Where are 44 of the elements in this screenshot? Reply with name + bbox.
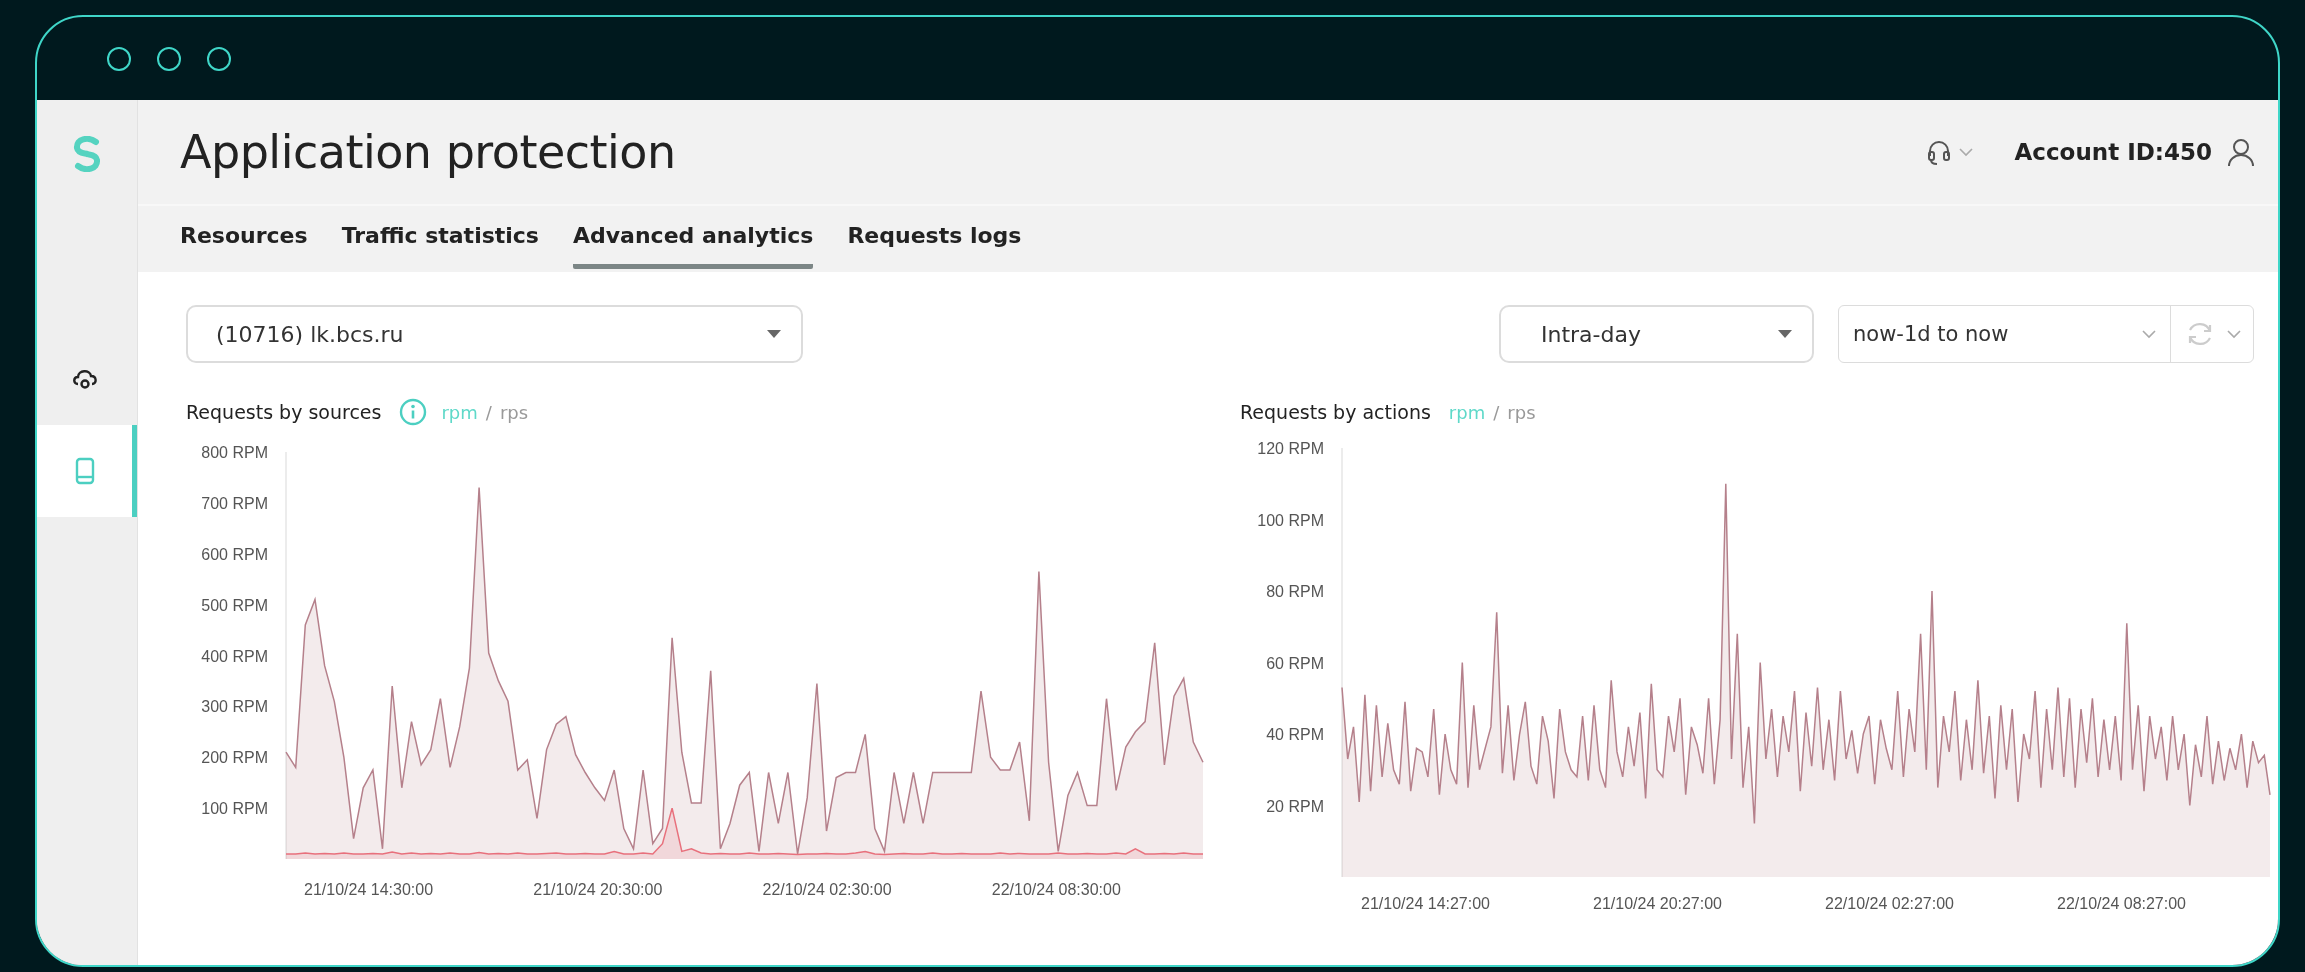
axis-label: 21/10/24 20:30:00 bbox=[533, 881, 663, 898]
axis-label: 400 RPM bbox=[201, 647, 268, 665]
chart-title: Requests by actions bbox=[1240, 401, 1431, 423]
tab[interactable]: Resources bbox=[180, 206, 308, 269]
axis-label: 20 RPM bbox=[1266, 797, 1324, 815]
window-control[interactable] bbox=[157, 46, 181, 71]
axis-label: 60 RPM bbox=[1266, 654, 1324, 672]
chevron-icon bbox=[1958, 147, 1973, 157]
axis-label: 200 RPM bbox=[201, 749, 268, 767]
window-control[interactable] bbox=[207, 46, 231, 71]
caret-icon bbox=[767, 330, 781, 338]
axis-label: 21/10/24 14:30:00 bbox=[304, 881, 434, 898]
chevron-icon bbox=[2142, 329, 2156, 339]
caret-icon bbox=[1778, 330, 1792, 338]
window-control[interactable] bbox=[107, 46, 131, 71]
axis-label: 120 RPM bbox=[1257, 440, 1324, 457]
unit-separator: / bbox=[1493, 401, 1500, 423]
tab[interactable]: Advanced analytics bbox=[572, 206, 814, 269]
axis-label: 300 RPM bbox=[201, 698, 268, 716]
axis-label: 100 RPM bbox=[1257, 511, 1324, 529]
axis-label: 700 RPM bbox=[201, 494, 268, 512]
resource-select[interactable]: (10716) lk.bcs.ru bbox=[186, 305, 803, 363]
axis-label: 40 RPM bbox=[1266, 726, 1324, 743]
axis-label: 22/10/24 02:27:00 bbox=[1825, 895, 1955, 912]
account-id: Account ID:450 bbox=[2014, 139, 2212, 165]
axis-label: 22/10/24 08:27:00 bbox=[2057, 895, 2187, 912]
axis-label: 22/10/24 02:30:00 bbox=[762, 881, 892, 898]
axis-label: 100 RPM bbox=[201, 800, 268, 818]
axis-label: 600 RPM bbox=[201, 545, 268, 563]
tab[interactable]: Traffic statistics bbox=[341, 206, 539, 269]
axis-label: 22/10/24 08:30:00 bbox=[991, 881, 1121, 898]
axis-label: 21/10/24 14:27:00 bbox=[1361, 895, 1491, 912]
page-title: Application protection bbox=[180, 125, 677, 179]
interval-select[interactable]: Intra-day bbox=[1499, 305, 1814, 363]
axis-label: 800 RPM bbox=[201, 444, 268, 461]
unit-separator: / bbox=[485, 401, 492, 423]
chevron-icon bbox=[2227, 329, 2241, 339]
chart-title: Requests by sources bbox=[186, 401, 382, 423]
axis-label: 80 RPM bbox=[1266, 583, 1324, 600]
axis-label: 500 RPM bbox=[201, 596, 268, 614]
user-icon[interactable] bbox=[2226, 137, 2256, 167]
axis-label: 21/10/24 20:27:00 bbox=[1593, 895, 1723, 912]
logo-icon bbox=[72, 136, 102, 172]
tab[interactable]: Requests logs bbox=[847, 206, 1022, 269]
